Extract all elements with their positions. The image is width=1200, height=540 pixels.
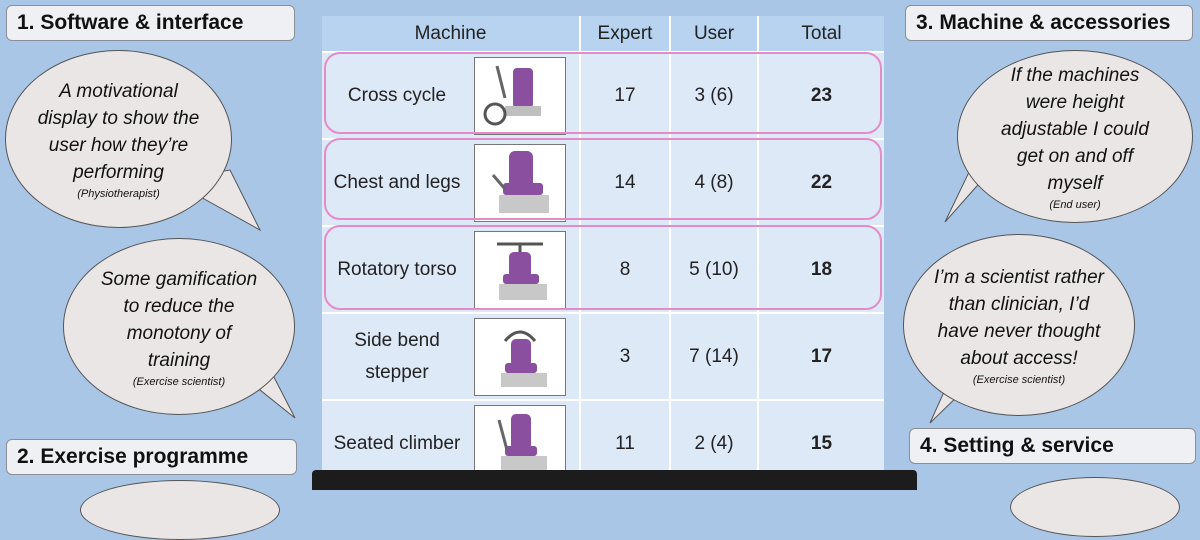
table-row: Rotatory torso 8 5 (10) 18	[322, 225, 884, 313]
user-cell: 7 (14)	[670, 312, 759, 400]
header-user: User	[670, 16, 759, 52]
quote-text: I’m a scientist rather than clinician, I…	[934, 267, 1104, 369]
table-row: Side bend stepper 3 7 (14) 17	[322, 312, 884, 400]
quote-author: (Physiotherapist)	[77, 188, 160, 200]
total-cell: 17	[758, 312, 884, 400]
bottom-overlay-bar	[312, 470, 917, 490]
table-header-row: Machine Expert User Total	[322, 16, 884, 52]
side-bend-stepper-machine-image	[474, 317, 566, 396]
user-cell: 4 (8)	[670, 138, 759, 226]
machine-votes-table: Machine Expert User Total Cross cycle 17…	[322, 16, 884, 487]
quote-author: (Exercise scientist)	[132, 375, 226, 388]
machine-cell: Cross cycle	[322, 51, 581, 139]
table-row: Cross cycle 17 3 (6) 23	[322, 51, 884, 139]
machine-cell: Side bend stepper	[322, 312, 581, 400]
cross-cycle-machine-image	[474, 56, 566, 135]
header-expert: Expert	[580, 16, 671, 52]
expert-cell: 8	[580, 225, 671, 313]
header-machine: Machine	[322, 16, 581, 52]
quote-text: If the machines were height adjustable I…	[1001, 65, 1149, 194]
quote-bubble-height-adjustable: If the machines were height adjustable I…	[957, 50, 1193, 223]
expert-cell: 17	[580, 51, 671, 139]
section-exercise-programme: 2. Exercise programme	[6, 439, 297, 475]
total-cell: 18	[758, 225, 884, 313]
expert-cell: 14	[580, 138, 671, 226]
quote-bubble-motivational-display: A motivational display to show the user …	[5, 50, 232, 228]
quote-author: (Exercise scientist)	[972, 374, 1066, 386]
machine-table: Machine Expert User Total Cross cycle 17…	[322, 16, 884, 487]
machine-name: Side bend stepper	[354, 329, 440, 383]
rotatory-torso-machine-image	[474, 230, 566, 309]
machine-name: Rotatory torso	[337, 258, 457, 280]
header-total: Total	[758, 16, 884, 52]
quote-author: (End user)	[1049, 199, 1101, 211]
expert-cell: 3	[580, 312, 671, 400]
quote-bubble-scientist-access: I’m a scientist rather than clinician, I…	[903, 234, 1135, 416]
machine-cell: Chest and legs	[322, 138, 581, 226]
section-software-interface: 1. Software & interface	[6, 5, 295, 41]
quote-bubble-partial-right	[1010, 477, 1180, 537]
user-cell: 3 (6)	[670, 51, 759, 139]
user-cell: 5 (10)	[670, 225, 759, 313]
quote-text: A motivational display to show the user …	[37, 81, 200, 183]
machine-name: Chest and legs	[333, 171, 461, 193]
total-cell: 23	[758, 51, 884, 139]
section-machine-accessories: 3. Machine & accessories	[905, 5, 1193, 41]
quote-text: Some gamification to reduce the monotony…	[100, 268, 258, 371]
quote-bubble-gamification: Some gamification to reduce the monotony…	[63, 238, 295, 415]
chest-and-legs-machine-image	[474, 143, 566, 222]
machine-cell: Rotatory torso	[322, 225, 581, 313]
quote-bubble-partial-left	[80, 480, 280, 540]
total-cell: 22	[758, 138, 884, 226]
table-row: Chest and legs 14 4 (8) 22	[322, 138, 884, 226]
machine-name: Cross cycle	[347, 84, 447, 106]
